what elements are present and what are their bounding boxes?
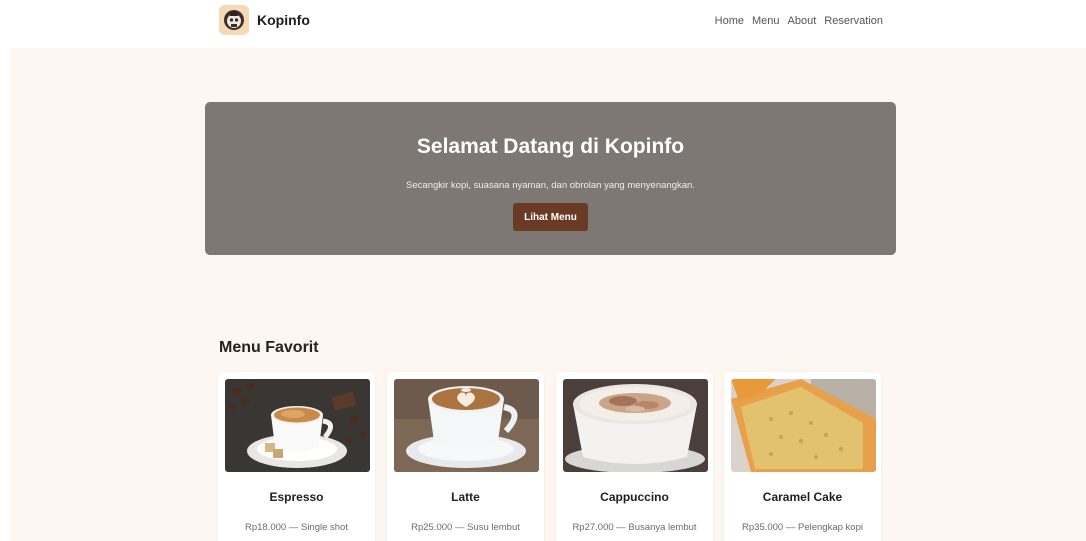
nav-links: Home Menu About Reservation	[715, 15, 883, 27]
menu-card-description: Rp18.000 — Single shot	[245, 522, 348, 533]
view-menu-button[interactable]: Lihat Menu	[513, 203, 588, 231]
nav-link-home[interactable]: Home	[715, 15, 744, 27]
menu-card-description: Rp25.000 — Susu lembut	[411, 522, 520, 533]
nav-link-reservation[interactable]: Reservation	[824, 15, 883, 27]
caramel-cake-image	[731, 379, 876, 472]
menu-card-name: Latte	[451, 490, 480, 504]
navbar: Kopinfo Home Menu About Reservation	[0, 0, 1086, 48]
nav-link-menu[interactable]: Menu	[752, 15, 780, 27]
brand[interactable]: Kopinfo	[219, 5, 310, 35]
menu-card-cappuccino[interactable]: Cappuccino Rp27.000 — Busanya lembut	[556, 372, 713, 541]
menu-card-latte[interactable]: Latte Rp25.000 — Susu lembut	[387, 372, 544, 541]
latte-image	[394, 379, 539, 472]
brand-name: Kopinfo	[257, 12, 310, 28]
hero-subtitle: Secangkir kopi, suasana nyaman, dan obro…	[406, 180, 695, 191]
menu-card-caramel-cake[interactable]: Caramel Cake Rp35.000 — Pelengkap kopi	[724, 372, 881, 541]
hero-title: Selamat Datang di Kopinfo	[416, 135, 685, 158]
menu-card-description: Rp27.000 — Busanya lembut	[572, 522, 697, 533]
menu-card-name: Caramel Cake	[762, 490, 843, 504]
cappuccino-image	[563, 379, 708, 472]
face-logo-icon	[219, 5, 249, 35]
menu-card-name: Espresso	[269, 490, 324, 504]
nav-link-about[interactable]: About	[788, 15, 817, 27]
menu-card-espresso[interactable]: Espresso Rp18.000 — Single shot	[218, 372, 375, 541]
menu-card-name: Cappuccino	[600, 490, 669, 504]
section-title: Menu Favorit	[219, 339, 319, 356]
menu-card-description: Rp35.000 — Pelengkap kopi	[742, 522, 863, 533]
espresso-image	[225, 379, 370, 472]
hero-banner: Selamat Datang di Kopinfo Secangkir kopi…	[205, 102, 896, 255]
